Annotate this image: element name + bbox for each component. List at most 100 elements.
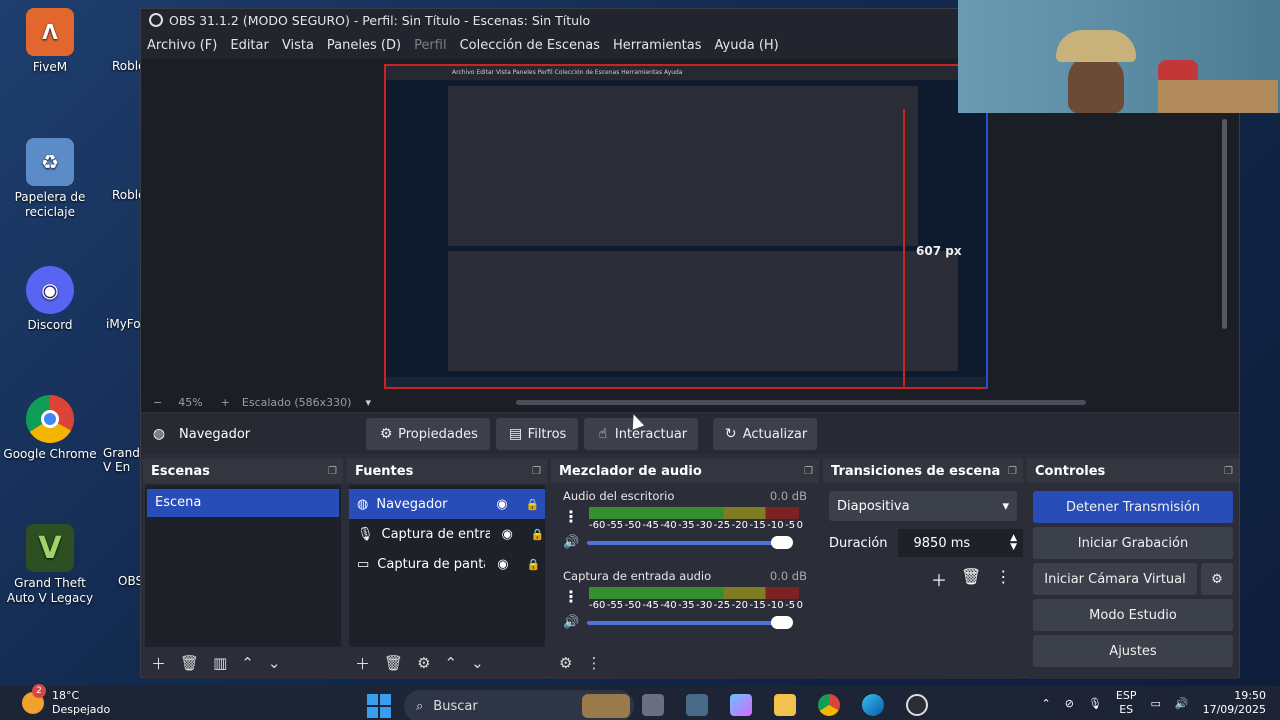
add-icon[interactable]: ＋ xyxy=(151,653,166,674)
settings-button[interactable]: Ajustes xyxy=(1033,635,1233,667)
lock-icon[interactable]: 🔒 xyxy=(526,498,540,511)
volume-icon[interactable]: 🔊 xyxy=(1175,697,1189,710)
move-down-icon[interactable]: ⌄ xyxy=(268,654,281,672)
chevron-up-icon[interactable]: ⌃ xyxy=(1042,697,1051,710)
menu-paneles[interactable]: Paneles (D) xyxy=(327,38,401,53)
eye-icon[interactable]: ◉ xyxy=(497,557,508,572)
move-up-icon[interactable]: ⌃ xyxy=(241,654,254,672)
duration-spinbox[interactable]: 9850 ms ▲ ▼ xyxy=(897,529,1023,557)
move-down-icon[interactable]: ⌄ xyxy=(471,654,484,672)
filter-icon[interactable]: ▥ xyxy=(213,654,227,672)
move-up-icon[interactable]: ⌃ xyxy=(445,654,458,672)
sources-header: Fuentes ❐ xyxy=(347,459,547,483)
microphone-icon[interactable]: 🎙 xyxy=(1088,697,1102,710)
weather-widget[interactable]: 2 18°C Despejado xyxy=(22,684,110,717)
language-indicator[interactable]: ESP ES xyxy=(1116,689,1137,717)
volume-slider-knob[interactable] xyxy=(771,535,794,549)
preview-vertical-scrollbar[interactable] xyxy=(1222,119,1227,329)
desktop-icon-recycle-bin[interactable]: ♻ Papelera de reciclaje xyxy=(0,138,100,220)
search-box[interactable]: ⌕ Buscar xyxy=(404,690,634,720)
stop-streaming-button[interactable]: Detener Transmisión xyxy=(1033,491,1233,523)
virtual-camera-settings-icon[interactable]: ⚙ xyxy=(1201,563,1233,595)
desktop-icon-chrome[interactable]: Google Chrome xyxy=(0,395,100,462)
undock-icon[interactable]: ❐ xyxy=(1224,466,1233,477)
display-icon[interactable]: ▭ xyxy=(1150,697,1160,710)
speaker-icon[interactable]: 🔊 xyxy=(563,615,579,630)
volume-meter xyxy=(589,507,799,519)
clock[interactable]: 19:50 17/09/2025 xyxy=(1203,689,1266,717)
eye-icon[interactable]: ◉ xyxy=(502,527,513,542)
trash-icon[interactable]: 🗑 xyxy=(961,567,981,591)
refresh-label: Actualizar xyxy=(742,426,808,442)
properties-button[interactable]: ⚙ Propiedades xyxy=(366,418,490,450)
undock-icon[interactable]: ❐ xyxy=(328,466,337,477)
system-tray: ⌃ ⊘ 🎙 ESP ES ▭ 🔊 19:50 17/09/2025 xyxy=(1042,686,1280,720)
more-options-icon[interactable]: ⋮ xyxy=(586,654,601,672)
zoom-in-button[interactable]: + xyxy=(221,396,230,409)
add-icon[interactable]: ＋ xyxy=(355,653,370,674)
volume-slider[interactable] xyxy=(587,535,794,549)
source-item-audio-input[interactable]: 🎙 Captura de entrac ◉ 🔒 xyxy=(349,519,545,549)
file-explorer-icon[interactable] xyxy=(774,694,796,716)
studio-mode-button[interactable]: Modo Estudio xyxy=(1033,599,1233,631)
desktop-icon-fivem[interactable]: Λ FiveM xyxy=(0,8,100,75)
scale-mode[interactable]: Escalado (586x330) xyxy=(242,396,352,409)
more-options-icon[interactable]: ⋮ xyxy=(563,507,579,526)
filters-button[interactable]: ▤ Filtros xyxy=(496,418,578,450)
menu-ayuda[interactable]: Ayuda (H) xyxy=(715,38,779,53)
spin-arrows-icon[interactable]: ▲ ▼ xyxy=(1010,534,1017,552)
preview-horizontal-scrollbar[interactable] xyxy=(516,400,1086,405)
network-off-icon[interactable]: ⊘ xyxy=(1065,697,1074,710)
duration-value: 9850 ms xyxy=(913,535,971,551)
desktop-icon-discord[interactable]: ◉ Discord xyxy=(0,266,100,333)
more-options-icon[interactable]: ⋮ xyxy=(995,567,1011,591)
volume-slider-knob[interactable] xyxy=(771,615,794,629)
eye-icon[interactable]: ◉ xyxy=(496,497,507,512)
source-item-browser[interactable]: ◍ Navegador ◉ 🔒 xyxy=(349,489,545,519)
start-recording-button[interactable]: Iniciar Grabación xyxy=(1033,527,1233,559)
start-virtual-camera-button[interactable]: Iniciar Cámara Virtual xyxy=(1033,563,1197,595)
advanced-audio-icon[interactable]: ⚙ xyxy=(559,654,572,672)
chrome-taskbar-icon[interactable] xyxy=(818,694,840,716)
menu-archivo[interactable]: Archivo (F) xyxy=(147,38,217,53)
desktop-icon-partial[interactable]: Grand V En xyxy=(103,446,140,474)
source-item-screen-capture[interactable]: ▭ Captura de pantal ◉ 🔒 xyxy=(349,549,545,579)
preview-screen-capture[interactable]: Archivo Editar Vista Paneles Perfil Cole… xyxy=(384,64,988,389)
obs-taskbar-icon[interactable] xyxy=(906,694,928,716)
clock-date: 17/09/2025 xyxy=(1202,703,1266,716)
desktop-icon-gta[interactable]: V Grand Theft Auto V Legacy xyxy=(0,524,100,606)
lock-icon[interactable]: 🔒 xyxy=(531,528,545,541)
copilot-icon[interactable] xyxy=(730,694,752,716)
menu-vista[interactable]: Vista xyxy=(282,38,314,53)
app-icon-remote[interactable] xyxy=(686,694,708,716)
undock-icon[interactable]: ❐ xyxy=(1008,466,1017,477)
trash-icon[interactable]: 🗑 xyxy=(180,654,199,672)
desktop-icon-partial[interactable]: iMyFo xyxy=(106,317,141,331)
mixer-channel-mic: Captura de entrada audio 0.0 dB ⋮ -60 -55… xyxy=(553,565,817,645)
transition-select[interactable]: Diapositiva ▾ xyxy=(829,491,1017,521)
volume-slider[interactable] xyxy=(587,615,794,629)
start-button[interactable] xyxy=(367,694,391,718)
search-placeholder: Buscar xyxy=(433,698,478,714)
scene-item[interactable]: Escena xyxy=(147,489,339,517)
zoom-out-button[interactable]: − xyxy=(153,396,162,409)
desktop-icon-label: Google Chrome xyxy=(3,447,97,461)
chevron-down-icon[interactable]: ▾ xyxy=(365,396,371,409)
controls-header: Controles ❐ xyxy=(1027,459,1239,483)
menu-herramientas[interactable]: Herramientas xyxy=(613,38,702,53)
speaker-icon[interactable]: 🔊 xyxy=(563,535,579,550)
source-item-label: Captura de entrac xyxy=(381,526,490,542)
undock-icon[interactable]: ❐ xyxy=(804,466,813,477)
more-options-icon[interactable]: ⋮ xyxy=(563,587,579,606)
trash-icon[interactable]: 🗑 xyxy=(384,654,403,672)
menu-coleccion-escenas[interactable]: Colección de Escenas xyxy=(460,38,600,53)
edge-icon[interactable] xyxy=(862,694,884,716)
refresh-button[interactable]: ↻ Actualizar xyxy=(713,418,817,450)
sources-list: ◍ Navegador ◉ 🔒 🎙 Captura de entrac ◉ 🔒 … xyxy=(349,485,545,647)
menu-editar[interactable]: Editar xyxy=(230,38,269,53)
task-view-icon[interactable] xyxy=(642,694,664,716)
gear-icon[interactable]: ⚙ xyxy=(417,654,430,672)
lock-icon[interactable]: 🔒 xyxy=(527,558,541,571)
add-icon[interactable]: ＋ xyxy=(931,567,947,591)
undock-icon[interactable]: ❐ xyxy=(532,466,541,477)
